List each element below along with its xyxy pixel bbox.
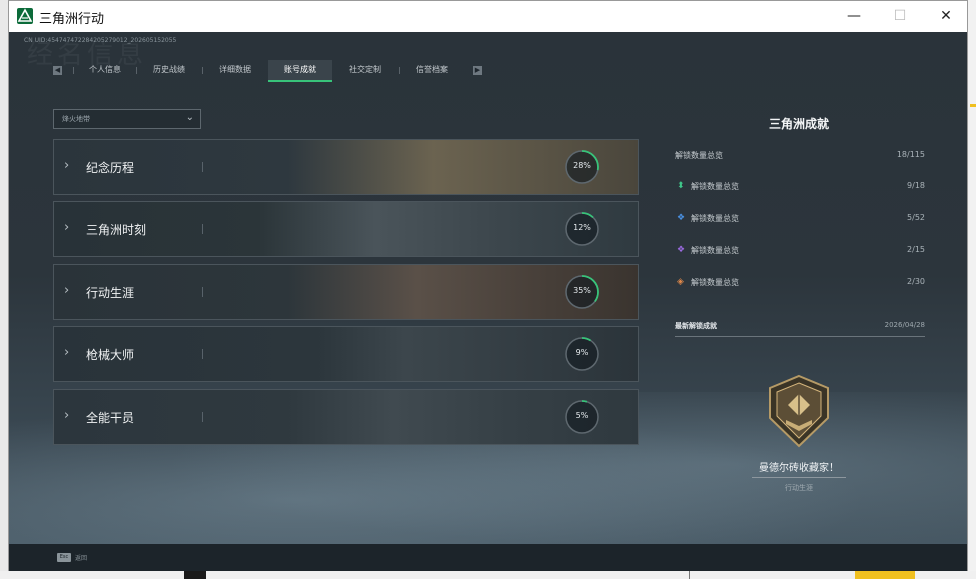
recent-label: 最新解锁成就 xyxy=(675,322,717,330)
minimize-button[interactable]: — xyxy=(831,1,877,32)
category-divider xyxy=(202,412,203,422)
category-divider xyxy=(202,287,203,297)
category-divider xyxy=(202,162,203,172)
stat-green-tier: ⬍ 解锁数量总览 9/18 xyxy=(675,180,925,196)
category-name: 枪械大师 xyxy=(86,348,135,362)
stat-label: 解锁数量总览 xyxy=(691,246,739,255)
esc-key-icon[interactable]: Esc xyxy=(57,553,71,562)
uid-text: CN UID:454747472284205279012_20260515205… xyxy=(24,37,177,44)
progress-percent: 9% xyxy=(575,348,589,357)
category-name: 纪念历程 xyxy=(86,161,135,175)
progress-percent: 12% xyxy=(573,223,591,232)
tab-prev-icon[interactable]: ◀ xyxy=(53,66,62,75)
desktop-right-strip xyxy=(968,0,976,579)
footer-bar: Esc 返回 xyxy=(9,544,967,571)
chevron-right-icon: › xyxy=(64,220,70,235)
achievement-category-delta-moments[interactable]: › 三角洲时刻 12% xyxy=(53,201,639,257)
achievement-category: 行动生涯 xyxy=(785,484,813,492)
stat-value: 2/15 xyxy=(907,245,925,254)
sidebar-title: 三角洲成就 xyxy=(768,117,829,131)
progress-percent: 35% xyxy=(573,286,591,295)
category-name: 行动生涯 xyxy=(86,286,135,300)
app-logo-icon xyxy=(17,8,33,24)
green-tier-icon: ⬍ xyxy=(677,181,685,191)
tab-detailed-data[interactable]: 详细数据 xyxy=(205,60,265,80)
blue-tier-icon: ❖ xyxy=(677,213,686,223)
tab-reputation[interactable]: 信誉档案 xyxy=(401,60,463,80)
achievement-category-all-round-operator[interactable]: › 全能干员 5% xyxy=(53,389,639,445)
tab-separator xyxy=(202,67,203,74)
stat-total: 解锁数量总览 18/115 xyxy=(675,149,925,165)
achievement-category-weapon-master[interactable]: › 枪械大师 9% xyxy=(53,326,639,382)
desktop-bottom-strip xyxy=(0,571,976,579)
desktop-yellow-button xyxy=(855,571,915,579)
app-window: 三角洲行动 — ☐ ✕ 经名信息 CN UID:4547474722842052… xyxy=(8,0,968,571)
tab-separator xyxy=(73,67,74,74)
chevron-right-icon: › xyxy=(64,345,70,360)
stat-orange-tier: ◈ 解锁数量总览 2/30 xyxy=(675,276,925,292)
stat-value: 18/115 xyxy=(896,150,925,159)
stat-label: 解锁数量总览 xyxy=(691,182,739,191)
close-button[interactable]: ✕ xyxy=(923,1,969,32)
chevron-right-icon: › xyxy=(64,283,70,298)
chevron-down-icon: ⌄ xyxy=(185,112,194,123)
category-name: 全能干员 xyxy=(86,411,135,425)
tab-separator xyxy=(399,67,400,74)
tab-separator xyxy=(136,67,137,74)
stat-value: 2/30 xyxy=(907,277,925,286)
back-label[interactable]: 返回 xyxy=(75,553,87,562)
achievement-category-operation-career[interactable]: › 行动生涯 35% xyxy=(53,264,639,320)
recent-achievement-header: 最新解锁成就 2026/04/28 xyxy=(675,320,925,337)
recent-date: 2026/04/28 xyxy=(884,321,925,329)
desktop-dark-block xyxy=(184,571,206,579)
category-divider xyxy=(202,349,203,359)
maximize-button[interactable]: ☐ xyxy=(877,1,923,32)
stat-purple-tier: ❖ 解锁数量总览 2/15 xyxy=(675,244,925,260)
desktop-accent xyxy=(970,104,976,107)
category-name: 三角洲时刻 xyxy=(86,223,147,237)
category-divider xyxy=(202,224,203,234)
purple-tier-icon: ❖ xyxy=(677,245,686,255)
progress-percent: 28% xyxy=(573,161,591,170)
stat-blue-tier: ❖ 解锁数量总览 5/52 xyxy=(675,212,925,228)
tab-personal-info[interactable]: 个人信息 xyxy=(77,60,133,80)
progress-percent: 5% xyxy=(575,411,589,420)
chevron-right-icon: › xyxy=(64,158,70,173)
window-title: 三角洲行动 xyxy=(39,12,105,27)
title-bar[interactable]: 三角洲行动 — ☐ ✕ xyxy=(9,1,967,32)
tab-bar: ◀ 个人信息 历史战绩 详细数据 账号成就 社交定制 信誉档案 ▶ xyxy=(53,60,483,82)
stat-value: 9/18 xyxy=(907,181,925,190)
desktop-divider xyxy=(689,571,690,579)
tab-social-custom[interactable]: 社交定制 xyxy=(333,60,397,80)
tab-next-icon[interactable]: ▶ xyxy=(473,66,482,75)
stat-label: 解锁数量总览 xyxy=(675,151,723,160)
achievement-category-memorial[interactable]: › 纪念历程 28% xyxy=(53,139,639,195)
desktop-left-strip xyxy=(0,0,8,579)
achievement-badge-icon[interactable] xyxy=(766,374,832,448)
orange-tier-icon: ◈ xyxy=(677,277,684,287)
chevron-right-icon: › xyxy=(64,408,70,423)
mode-dropdown[interactable]: 烽火地带 ⌄ xyxy=(53,109,201,129)
game-content: 经名信息 CN UID:454747472284205279012_202605… xyxy=(9,32,967,571)
tab-match-history[interactable]: 历史战绩 xyxy=(139,60,199,80)
stat-value: 5/52 xyxy=(907,213,925,222)
stat-label: 解锁数量总览 xyxy=(691,278,739,287)
tab-achievements[interactable]: 账号成就 xyxy=(268,60,332,82)
stat-label: 解锁数量总览 xyxy=(691,214,739,223)
achievement-name: 曼德尔砖收藏家！ xyxy=(759,463,839,474)
achievement-divider xyxy=(752,477,846,478)
dropdown-label: 烽火地带 xyxy=(62,115,90,123)
